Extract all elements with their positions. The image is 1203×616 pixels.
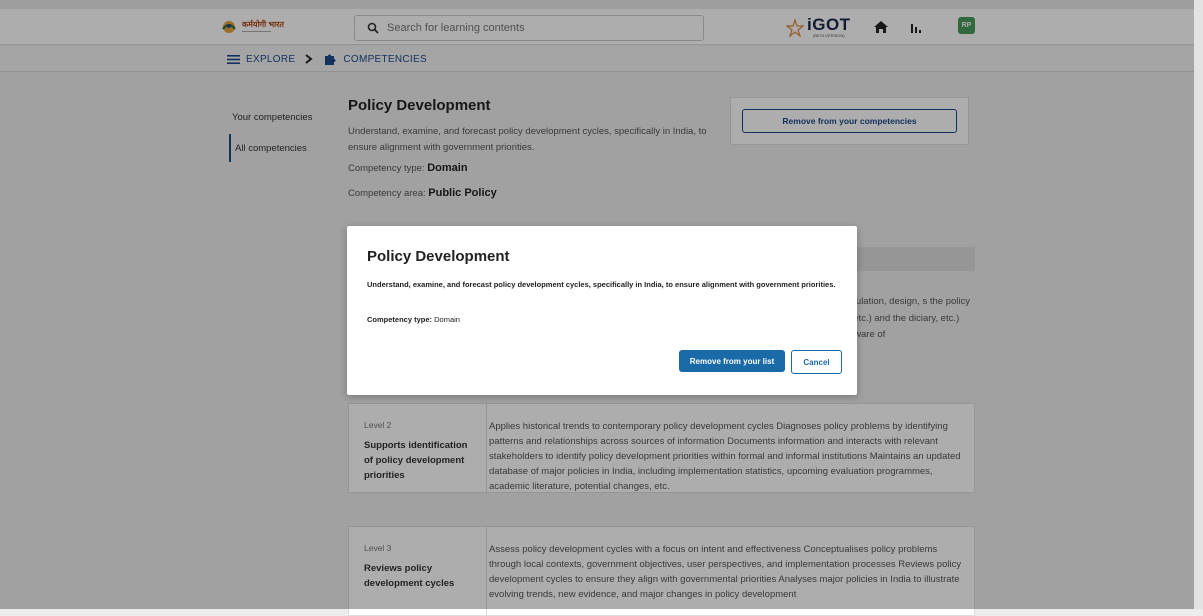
cancel-button[interactable]: Cancel bbox=[791, 350, 842, 374]
dialog-title: Policy Development bbox=[367, 248, 510, 265]
dialog-competency-type: Competency type: Domain bbox=[367, 315, 460, 324]
remove-competency-dialog: Policy Development Understand, examine, … bbox=[347, 226, 857, 395]
dialog-description: Understand, examine, and forecast policy… bbox=[367, 280, 836, 289]
dialog-type-label: Competency type: bbox=[367, 315, 433, 324]
window-right-strip bbox=[1194, 0, 1203, 609]
dialog-type-value: Domain bbox=[434, 315, 460, 324]
remove-from-list-button[interactable]: Remove from your list bbox=[679, 350, 785, 372]
